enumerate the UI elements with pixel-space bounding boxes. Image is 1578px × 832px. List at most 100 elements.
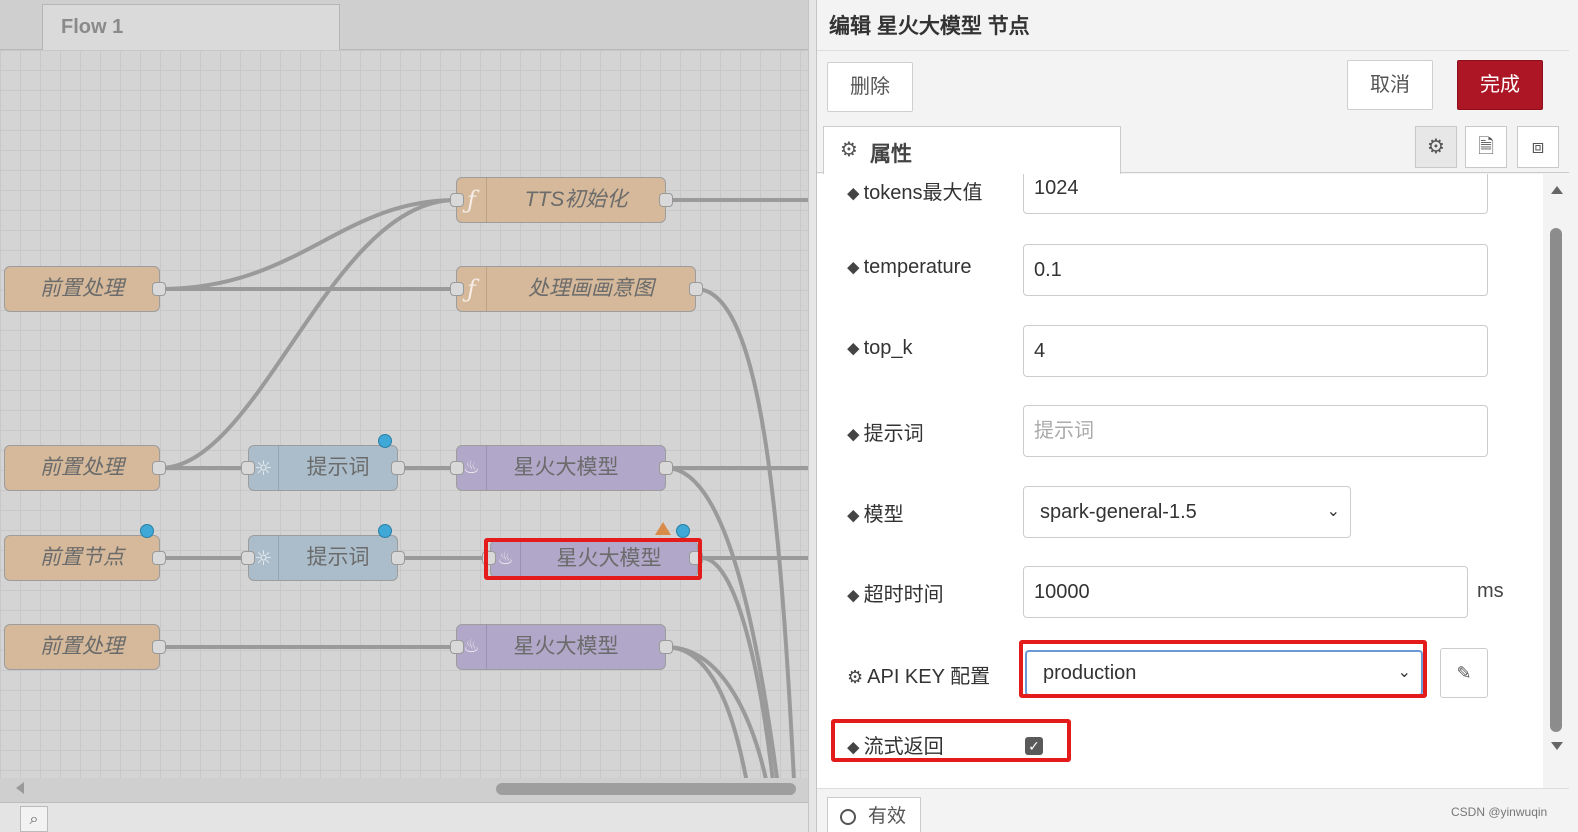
output-port[interactable]: [689, 282, 703, 296]
node-label: 处理画画意图: [528, 277, 654, 300]
warning-triangle-icon: [655, 522, 671, 535]
field-label-apikey: ⚙ API KEY 配置: [847, 666, 991, 688]
output-port[interactable]: [152, 282, 166, 296]
field-label-tokens: ⬥ tokens最大值: [847, 182, 983, 204]
input-port[interactable]: [450, 282, 464, 296]
tokens-input[interactable]: 1024: [1023, 174, 1488, 214]
divider: [817, 50, 1569, 51]
gear-icon[interactable]: ⚙: [1415, 126, 1457, 168]
delete-button[interactable]: 删除: [827, 62, 913, 112]
tag-icon: ⬥: [847, 505, 860, 525]
prompt-input[interactable]: 提示词: [1023, 405, 1488, 457]
changed-indicator-dot: [676, 524, 690, 538]
wire: [665, 466, 782, 801]
chevron-down-icon: ⌄: [1326, 503, 1340, 520]
node-tts-init[interactable]: ƒ TTS初始化: [456, 177, 666, 223]
output-port[interactable]: [391, 461, 405, 475]
wires-layer: [159, 198, 808, 801]
node-label: 星火大模型: [513, 635, 619, 658]
highlight-box-stream: [831, 719, 1071, 762]
model-select-value: spark-general-1.5: [1040, 501, 1197, 523]
workspace-footer: [0, 802, 808, 832]
changed-indicator-dot: [140, 524, 154, 538]
node-label: TTS初始化: [524, 188, 628, 211]
highlight-box-apikey: [1019, 640, 1427, 698]
node-label: 提示词: [306, 546, 370, 569]
node-spark-1[interactable]: ♨ 星火大模型: [456, 445, 666, 491]
node-label: 前置处理: [40, 456, 124, 479]
timeout-input[interactable]: 10000: [1023, 566, 1468, 618]
model-select[interactable]: spark-general-1.5 ⌄: [1023, 486, 1351, 538]
done-button[interactable]: 完成: [1457, 60, 1543, 110]
input-port[interactable]: [450, 193, 464, 207]
changed-indicator-dot: [378, 434, 392, 448]
panel-splitter[interactable]: [808, 0, 816, 832]
tray-footer: 有效 CSDN @yinwuqin: [817, 788, 1569, 832]
input-port[interactable]: [450, 640, 464, 654]
field-label-temperature: ⬥ temperature: [847, 256, 972, 278]
input-port[interactable]: [241, 461, 255, 475]
temperature-input[interactable]: 0.1: [1023, 244, 1488, 296]
topk-input[interactable]: 4: [1023, 325, 1488, 377]
node-prompt-2[interactable]: ☼ 提示词: [248, 535, 398, 581]
watermark: CSDN @yinwuqin: [1451, 805, 1548, 819]
cancel-button[interactable]: 取消: [1347, 60, 1433, 110]
changed-indicator-dot: [378, 524, 392, 538]
scroll-left-arrow-icon[interactable]: [16, 782, 24, 794]
tag-icon: ⬥: [847, 585, 860, 605]
field-label-model: ⬥ 模型: [847, 504, 904, 526]
node-label: 前置节点: [40, 546, 124, 569]
tag-icon: ⬥: [847, 338, 860, 358]
timeout-unit: ms: [1477, 580, 1504, 602]
field-label-topk: ⬥ top_k: [847, 337, 913, 359]
output-port[interactable]: [152, 461, 166, 475]
node-spark-3[interactable]: ♨ 星火大模型: [456, 624, 666, 670]
scroll-down-arrow-icon[interactable]: [1551, 742, 1563, 750]
output-port[interactable]: [659, 193, 673, 207]
tab-properties[interactable]: ⚙ 属性: [823, 126, 1121, 174]
edit-config-button[interactable]: ✎: [1440, 648, 1488, 698]
node-label: 星火大模型: [513, 456, 619, 479]
node-draw-intent[interactable]: ƒ 处理画画意图: [456, 266, 696, 312]
circle-icon: [840, 809, 856, 825]
wire: [159, 198, 457, 470]
document-icon[interactable]: 🗎: [1465, 126, 1507, 168]
node-pre-node[interactable]: 前置节点: [4, 535, 160, 581]
wire: [695, 287, 797, 801]
node-enabled-toggle[interactable]: 有效: [827, 797, 921, 832]
highlight-box-selected-node: [484, 538, 702, 580]
output-port[interactable]: [659, 640, 673, 654]
node-label: 前置处理: [40, 635, 124, 658]
field-label-prompt: ⬥ 提示词: [847, 423, 924, 445]
tray-title: 编辑 星火大模型 节点: [829, 15, 1030, 38]
enabled-label: 有效: [868, 806, 907, 827]
input-port[interactable]: [450, 461, 464, 475]
tag-icon: ⬥: [847, 257, 860, 277]
gears-icon: ⚙: [847, 667, 864, 687]
tag-icon: ⬥: [847, 183, 860, 203]
output-port[interactable]: [659, 461, 673, 475]
node-pre-process-3[interactable]: 前置处理: [4, 624, 160, 670]
vertical-scrollbar[interactable]: [1545, 174, 1567, 788]
input-port[interactable]: [241, 551, 255, 565]
edit-tray: 编辑 星火大模型 节点 删除 取消 完成 ⚙ 属性 ⚙ 🗎 ⧈ ⬥ tokens最…: [816, 0, 1578, 832]
horizontal-scroll-thumb[interactable]: [496, 783, 796, 795]
pencil-icon: ✎: [1456, 663, 1472, 683]
output-port[interactable]: [391, 551, 405, 565]
vertical-scroll-thumb[interactable]: [1550, 228, 1562, 732]
appearance-icon[interactable]: ⧈: [1517, 126, 1559, 168]
node-pre-process-1[interactable]: 前置处理: [4, 266, 160, 312]
gear-icon: ⚙: [840, 139, 858, 161]
output-port[interactable]: [152, 551, 166, 565]
flow-workspace: Flow 1 ƒ TTS初始化 前置处理 ƒ 处理画画意图 前置处理 ☼ 提示词…: [0, 0, 808, 832]
search-icon[interactable]: ⌕: [20, 806, 48, 832]
tab-properties-label: 属性: [870, 143, 912, 166]
output-port[interactable]: [152, 640, 166, 654]
scroll-up-arrow-icon[interactable]: [1551, 186, 1563, 194]
properties-form: ⬥ tokens最大值 1024 ⬥ temperature 0.1 ⬥ top_k …: [817, 174, 1543, 788]
node-pre-process-2[interactable]: 前置处理: [4, 445, 160, 491]
node-prompt-1[interactable]: ☼ 提示词: [248, 445, 398, 491]
field-label-timeout: ⬥ 超时时间: [847, 584, 944, 606]
node-label: 前置处理: [40, 277, 124, 300]
tag-icon: ⬥: [847, 424, 860, 444]
